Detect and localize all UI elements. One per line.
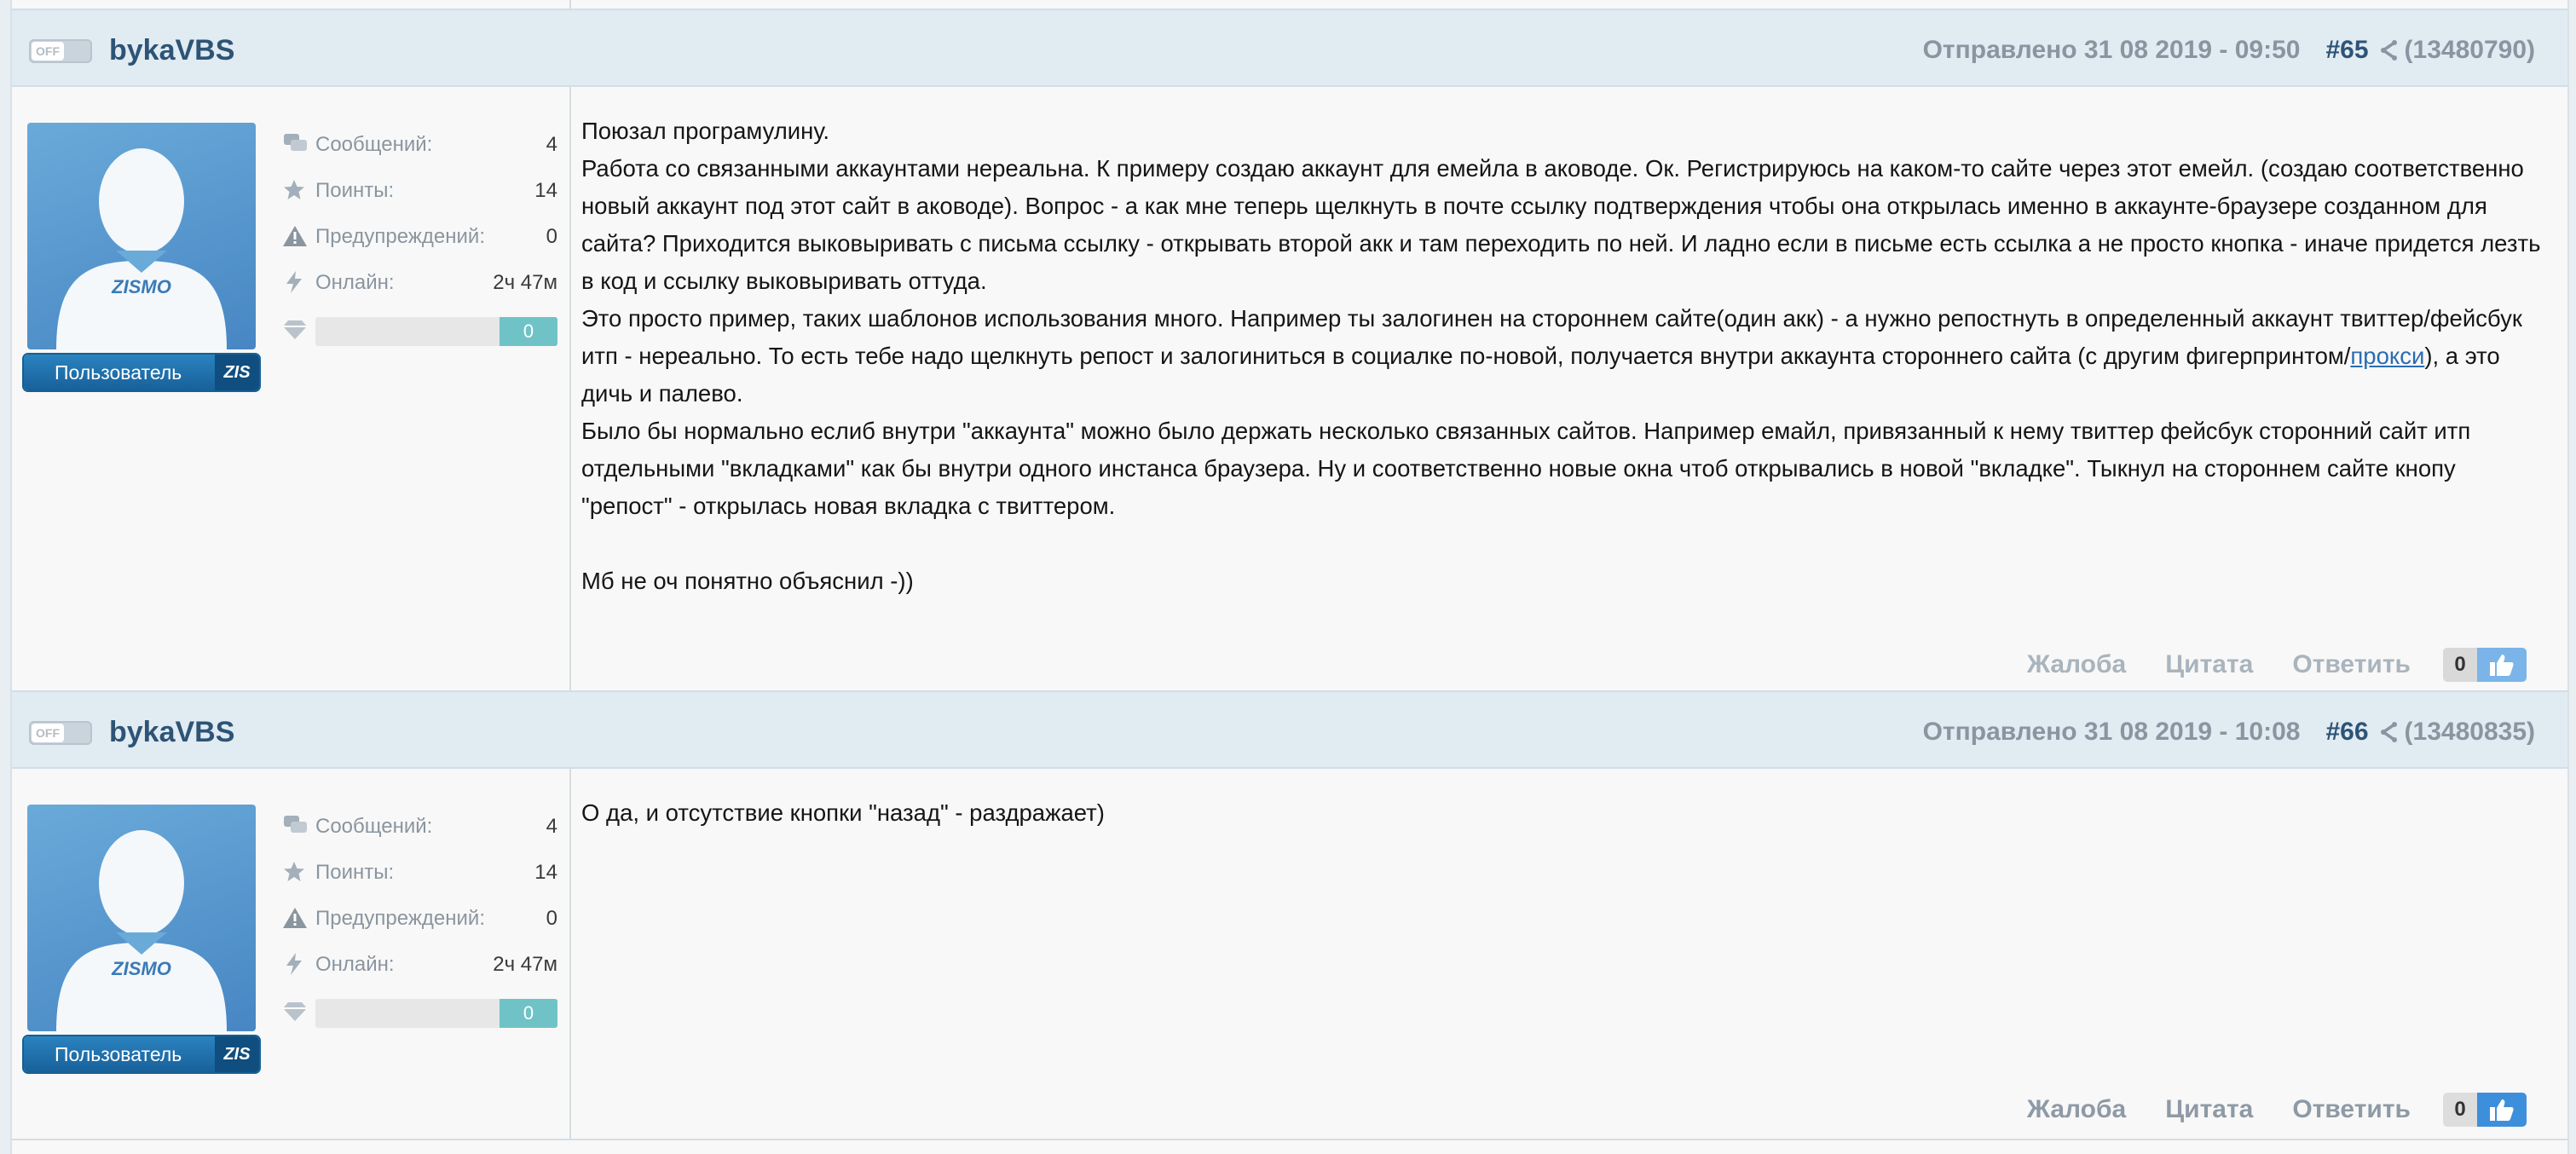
user-stats: Сообщений: 4 Поинты: 14 Предупреждений: … <box>283 130 557 348</box>
warning-icon <box>283 908 307 928</box>
post-paragraph: О да, и отсутствие кнопки "назад" - разд… <box>581 799 1105 826</box>
post-actions: Жалоба Цитата Ответить 0 <box>2027 1093 2527 1127</box>
post-id[interactable]: (13480790) <box>2405 36 2535 65</box>
username-link[interactable]: bykaVBS <box>109 716 234 749</box>
forum-topic: OFF bykaVBS Отправлено 31 08 2019 - 09:5… <box>10 0 2569 1154</box>
messages-icon <box>284 134 307 151</box>
star-icon <box>284 180 304 199</box>
online-value: 2ч 47м <box>493 953 557 976</box>
post-paragraph: Поюзал програмулину. <box>581 118 829 144</box>
like-widget: 0 <box>2443 1093 2527 1127</box>
status-toggle[interactable]: OFF <box>29 39 92 63</box>
quote-button[interactable]: Цитата <box>2165 1095 2253 1124</box>
stat-online: Онлайн: 2ч 47м <box>283 268 557 314</box>
reputation: 0 <box>283 314 557 348</box>
post-content: Поюзал програмулину. Работа со связанным… <box>581 113 2542 600</box>
online-value: 2ч 47м <box>493 271 557 294</box>
reputation: 0 <box>283 995 557 1030</box>
lightning-icon <box>286 953 302 975</box>
like-widget: 0 <box>2443 648 2527 682</box>
user-stats: Сообщений: 4 Поинты: 14 Предупреждений: … <box>283 811 557 1030</box>
post-paragraph: Это просто пример, таких шаблонов исполь… <box>581 305 2522 407</box>
toggle-off-label: OFF <box>32 42 64 61</box>
post-paragraph: Мб не оч понятно объяснил -)) <box>581 568 914 594</box>
post-id[interactable]: (13480835) <box>2405 718 2535 747</box>
post-paragraph: Работа со связанными аккаунтами нереальн… <box>581 155 2541 294</box>
role-tag: ZIS <box>215 355 259 390</box>
avatar[interactable]: ZISMO <box>27 805 256 1031</box>
reputation-value: 0 <box>500 999 557 1028</box>
stat-warnings: Предупреждений: 0 <box>283 903 557 949</box>
svg-text:ZISMO: ZISMO <box>111 276 171 297</box>
stat-points: Поинты: 14 <box>283 857 557 903</box>
messages-value: 4 <box>546 133 557 156</box>
post-number-link[interactable]: #65 <box>2325 36 2368 65</box>
status-toggle[interactable]: OFF <box>29 721 92 745</box>
stat-warnings: Предупреждений: 0 <box>283 222 557 268</box>
report-button[interactable]: Жалоба <box>2027 1095 2126 1124</box>
post-meta: Отправлено 31 08 2019 - 09:50 #65 (13480… <box>1923 36 2535 65</box>
like-button[interactable] <box>2477 648 2527 682</box>
post-header: OFF bykaVBS Отправлено 31 08 2019 - 10:0… <box>12 690 2567 769</box>
share-icon[interactable] <box>2379 40 2398 61</box>
reply-button[interactable]: Ответить <box>2292 650 2411 679</box>
role-label: Пользователь <box>55 361 182 384</box>
diamond-icon <box>283 1002 307 1021</box>
lightning-icon <box>286 271 302 293</box>
avatar-silhouette-icon: ZISMO <box>56 830 227 1031</box>
report-button[interactable]: Жалоба <box>2027 650 2126 679</box>
role-badge: Пользователь ZIS <box>24 1036 259 1072</box>
post-date: Отправлено 31 08 2019 - 09:50 <box>1922 36 2301 64</box>
points-value: 14 <box>534 861 557 884</box>
role-label: Пользователь <box>55 1043 182 1065</box>
reputation-bar: 0 <box>315 999 557 1028</box>
like-button[interactable] <box>2477 1093 2527 1127</box>
post: OFF bykaVBS Отправлено 31 08 2019 - 09:5… <box>12 9 2567 695</box>
post-actions: Жалоба Цитата Ответить 0 <box>2027 648 2527 682</box>
role-tag: ZIS <box>215 1036 259 1072</box>
reputation-bar: 0 <box>315 317 557 346</box>
post: OFF bykaVBS Отправлено 31 08 2019 - 10:0… <box>12 690 2567 1154</box>
username-link[interactable]: bykaVBS <box>109 34 234 67</box>
diamond-icon <box>283 320 307 339</box>
reputation-value: 0 <box>500 317 557 346</box>
avatar-silhouette-icon: ZISMO <box>56 148 227 349</box>
star-icon <box>284 862 304 881</box>
warnings-value: 0 <box>546 907 557 930</box>
user-info-pane: ZISMO Пользователь ZIS Сообщений: 4 Поин… <box>12 767 571 1139</box>
reply-button[interactable]: Ответить <box>2292 1095 2411 1124</box>
like-count: 0 <box>2443 648 2477 682</box>
stat-points: Поинты: 14 <box>283 176 557 222</box>
proxy-link[interactable]: прокси <box>2350 343 2424 369</box>
user-info-pane: ZISMO Пользователь ZIS Сообщений: 4 Поин… <box>12 85 571 694</box>
warnings-value: 0 <box>546 225 557 248</box>
share-icon[interactable] <box>2379 722 2398 742</box>
stat-messages: Сообщений: 4 <box>283 811 557 857</box>
post-body: ZISMO Пользователь ZIS Сообщений: 4 Поин… <box>12 767 2567 1140</box>
toggle-off-label: OFF <box>32 724 64 742</box>
quote-button[interactable]: Цитата <box>2165 650 2253 679</box>
post-body: ZISMO Пользователь ZIS Сообщений: 4 Поин… <box>12 85 2567 695</box>
thumbs-up-icon <box>2490 655 2514 676</box>
post-header: OFF bykaVBS Отправлено 31 08 2019 - 09:5… <box>12 9 2567 87</box>
avatar[interactable]: ZISMO <box>27 123 256 349</box>
stat-messages: Сообщений: 4 <box>283 130 557 176</box>
post-content: О да, и отсутствие кнопки "назад" - разд… <box>581 794 2542 832</box>
points-value: 14 <box>534 179 557 202</box>
messages-value: 4 <box>546 815 557 838</box>
svg-text:ZISMO: ZISMO <box>111 958 171 979</box>
post-paragraph: Было бы нормально еслиб внутри "аккаунта… <box>581 418 2471 519</box>
like-count: 0 <box>2443 1093 2477 1127</box>
thumbs-up-icon <box>2490 1099 2514 1121</box>
stat-online: Онлайн: 2ч 47м <box>283 949 557 995</box>
post-date: Отправлено 31 08 2019 - 10:08 <box>1922 718 2301 746</box>
messages-icon <box>284 816 307 833</box>
warning-icon <box>283 226 307 246</box>
role-badge: Пользователь ZIS <box>24 355 259 390</box>
post-meta: Отправлено 31 08 2019 - 10:08 #66 (13480… <box>1923 718 2535 747</box>
post-number-link[interactable]: #66 <box>2325 718 2368 747</box>
